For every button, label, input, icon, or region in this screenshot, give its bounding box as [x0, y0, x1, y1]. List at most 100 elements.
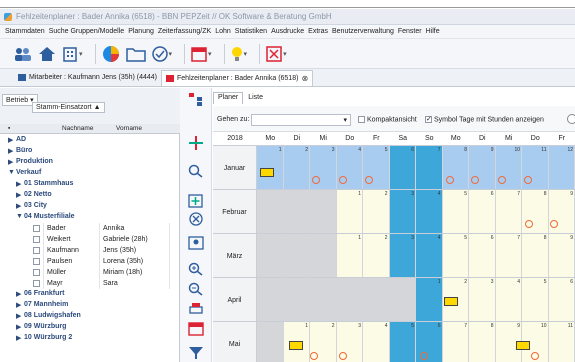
table-row[interactable]: Bader Annika — [0, 223, 180, 234]
day-cell[interactable]: 5 — [522, 278, 549, 322]
subtab-planer[interactable]: Planer — [213, 92, 244, 104]
day-cell[interactable]: 4 — [416, 190, 443, 234]
symbol-tage-checkbox[interactable]: ✓ Symbol Tage mit Stunden anzeigen — [425, 116, 544, 123]
check-circle-icon[interactable]: ▾ — [151, 45, 172, 62]
day-cell[interactable] — [283, 234, 310, 278]
tree-expander-icon[interactable]: ▶ — [16, 334, 21, 342]
person-card-icon[interactable] — [188, 236, 204, 252]
day-cell[interactable] — [257, 190, 284, 234]
day-cell[interactable]: 12 — [548, 146, 575, 190]
add-box-icon[interactable] — [188, 194, 204, 210]
row-checkbox[interactable] — [30, 278, 44, 289]
tree-expander-icon[interactable]: ▼ — [8, 169, 15, 176]
search-icon[interactable] — [188, 164, 204, 180]
row-checkbox[interactable] — [30, 234, 44, 245]
day-cell[interactable]: 2 — [363, 234, 390, 278]
absence-ring-icon[interactable] — [525, 220, 533, 228]
tree-expander-icon[interactable]: ▶ — [8, 147, 13, 155]
day-cell[interactable]: 3 — [389, 190, 416, 234]
absence-ring-icon[interactable] — [365, 176, 373, 184]
table-row[interactable]: Kaufmann Jens (35h) — [0, 245, 180, 256]
day-cell[interactable]: 5 — [442, 234, 469, 278]
absence-ring-icon[interactable] — [310, 352, 318, 360]
tree-node[interactable]: ▼ Verkauf — [0, 168, 180, 179]
close-window-icon[interactable]: ▾ — [266, 45, 287, 62]
column-header-vorname[interactable]: Vorname — [116, 125, 142, 132]
menu-item[interactable]: Ausdrucke — [271, 28, 304, 35]
tree-node[interactable]: ▶ 08 Ludwigshafen — [0, 311, 180, 322]
day-cell[interactable] — [283, 190, 310, 234]
menu-item[interactable]: Planung — [128, 28, 154, 35]
tree-node[interactable]: ▼ 04 Musterfiliale — [0, 212, 180, 223]
day-cell[interactable]: 3 — [469, 278, 496, 322]
calendar-icon[interactable]: ▾ — [191, 46, 212, 62]
absence-ring-icon[interactable] — [531, 352, 539, 360]
day-cell[interactable]: 7 — [442, 322, 469, 362]
folder-icon[interactable] — [125, 46, 146, 62]
day-cell[interactable]: 4 — [495, 278, 522, 322]
menu-item[interactable]: Fenster — [398, 28, 422, 35]
absence-ring-icon[interactable] — [471, 176, 479, 184]
kompaktansicht-checkbox[interactable]: Kompaktansicht — [358, 116, 417, 123]
tree-node[interactable]: ▶ AD — [0, 135, 180, 146]
remove-circle-icon[interactable] — [188, 212, 204, 228]
day-cell[interactable]: 1 — [336, 190, 363, 234]
tree-node[interactable]: ▶ 03 City — [0, 201, 180, 212]
close-tab-icon[interactable]: ⊗ — [301, 74, 308, 83]
menu-item[interactable]: Extras — [308, 28, 328, 35]
day-cell[interactable] — [389, 278, 416, 322]
absence-ring-icon[interactable] — [339, 352, 347, 360]
row-checkbox[interactable] — [30, 267, 44, 278]
day-cell[interactable]: 2 — [283, 146, 310, 190]
tree-node[interactable]: ▶ 06 Frankfurt — [0, 289, 180, 300]
menu-item[interactable]: Hilfe — [426, 28, 440, 35]
day-cell[interactable] — [257, 234, 284, 278]
tree-expander-icon[interactable]: ▶ — [16, 191, 21, 199]
absence-ring-icon[interactable] — [498, 176, 506, 184]
tree-node[interactable]: ▶ 10 Würzburg 2 — [0, 333, 180, 344]
absence-ring-icon[interactable] — [420, 352, 428, 360]
day-cell[interactable]: 2 — [363, 190, 390, 234]
zoom-in-icon[interactable] — [188, 262, 204, 278]
tree-node[interactable]: ▶ 09 Würzburg — [0, 322, 180, 333]
day-cell[interactable]: 4 — [416, 234, 443, 278]
tab-mitarbeiter[interactable]: Mitarbeiter : Kaufmann Jens (35h) (4444) — [14, 70, 161, 86]
day-cell[interactable] — [310, 190, 337, 234]
print-icon[interactable] — [188, 302, 204, 318]
menu-item[interactable]: Stammdaten — [5, 28, 45, 35]
day-cell[interactable]: 6 — [469, 190, 496, 234]
day-cell[interactable] — [310, 234, 337, 278]
table-row[interactable]: Mayr Sara — [0, 278, 180, 289]
subtab-liste[interactable]: Liste — [243, 92, 268, 104]
absence-ring-icon[interactable] — [339, 176, 347, 184]
day-cell[interactable]: 8 — [522, 234, 549, 278]
tree-node[interactable]: ▶ Büro — [0, 146, 180, 157]
building-icon[interactable]: ▾ — [62, 46, 83, 62]
lightbulb-icon[interactable]: ▾ — [231, 46, 247, 62]
tree-node[interactable]: ▶ 01 Stammhaus — [0, 179, 180, 190]
tree-expander-icon[interactable]: ▶ — [16, 312, 21, 320]
pie-chart-icon[interactable] — [102, 45, 120, 63]
day-cell[interactable]: 5 — [442, 190, 469, 234]
absence-flag-icon[interactable] — [260, 168, 274, 177]
tree-expander-icon[interactable]: ▶ — [16, 301, 21, 309]
menu-item[interactable]: Lohn — [215, 28, 231, 35]
absence-ring-icon[interactable] — [550, 220, 558, 228]
menu-item[interactable]: Suche Gruppen/Modelle — [49, 28, 125, 35]
day-cell[interactable] — [336, 278, 363, 322]
row-checkbox[interactable] — [30, 256, 44, 267]
day-cell[interactable]: 6 — [389, 146, 416, 190]
tree-expander-icon[interactable]: ▶ — [16, 323, 21, 331]
column-header-nachname[interactable]: Nachname — [62, 125, 93, 132]
day-cell[interactable]: 6 — [469, 234, 496, 278]
day-cell[interactable]: 4 — [363, 322, 390, 362]
day-cell[interactable]: 7 — [495, 190, 522, 234]
day-cell[interactable]: 1 — [336, 234, 363, 278]
absence-ring-icon[interactable] — [524, 176, 532, 184]
day-cell[interactable]: 11 — [548, 322, 575, 362]
day-cell[interactable]: 3 — [389, 234, 416, 278]
move-icon[interactable] — [188, 136, 204, 152]
tree-expander-icon[interactable]: ▶ — [8, 158, 13, 166]
tree-node[interactable]: ▶ 02 Netto — [0, 190, 180, 201]
row-checkbox[interactable] — [30, 223, 44, 234]
